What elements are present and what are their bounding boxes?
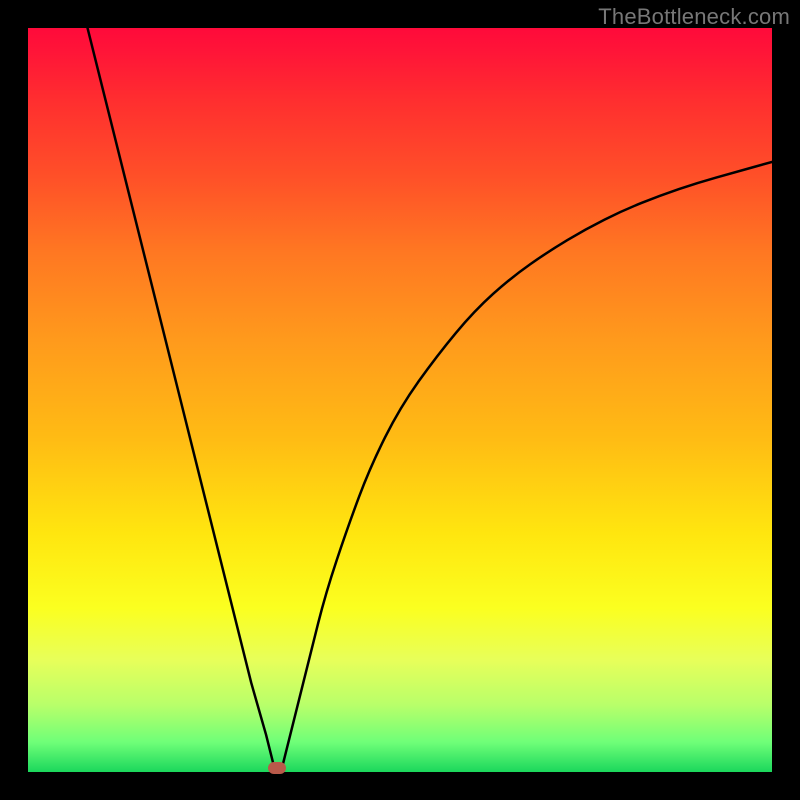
chart-frame: TheBottleneck.com	[0, 0, 800, 800]
plot-area	[28, 28, 772, 772]
watermark-text: TheBottleneck.com	[598, 4, 790, 30]
curve-svg	[28, 28, 772, 772]
minimum-marker	[268, 762, 286, 774]
curve-left	[88, 28, 278, 772]
curve-right	[281, 162, 772, 772]
